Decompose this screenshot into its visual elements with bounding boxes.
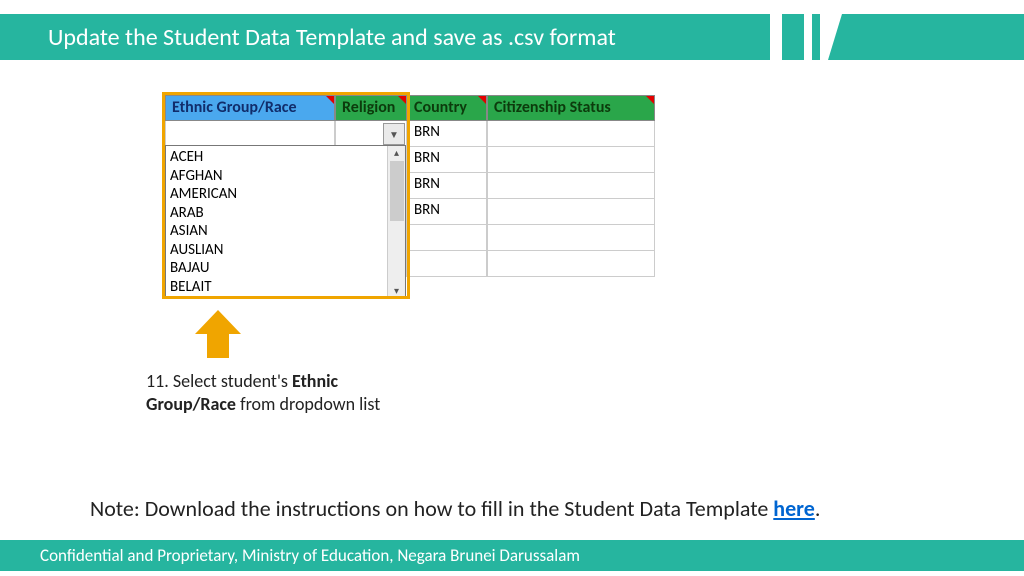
dropdown-arrow-button[interactable]: ▼ — [383, 123, 405, 145]
table-cell: BRN — [407, 199, 487, 225]
scroll-thumb[interactable] — [390, 161, 404, 221]
table-cell: BRN — [407, 121, 487, 147]
table-cell — [487, 225, 655, 251]
table-cell — [407, 251, 487, 277]
arrow-up-icon — [195, 310, 241, 358]
table-cell — [487, 147, 655, 173]
footer-text: Confidential and Proprietary, Ministry o… — [40, 545, 580, 566]
table-cell — [487, 121, 655, 147]
table-cell — [407, 225, 487, 251]
table-cell — [487, 251, 655, 277]
column-header-religion: Religion — [335, 95, 407, 121]
column-header-country: Country — [407, 95, 487, 121]
table-cell — [487, 173, 655, 199]
scroll-up-icon[interactable]: ▴ — [394, 146, 399, 159]
spreadsheet-screenshot: Ethnic Group/Race Religion Country BRN — [165, 95, 865, 277]
slide-header: Update the Student Data Template and sav… — [0, 14, 1024, 60]
dropdown-option[interactable]: AMERICAN — [170, 185, 387, 204]
scroll-down-icon[interactable]: ▾ — [394, 284, 399, 297]
note-text: Note: Download the instructions on how t… — [90, 495, 820, 522]
dropdown-option[interactable]: BAJAU — [170, 259, 387, 278]
column-header-citizen: Citizenship Status — [487, 95, 655, 121]
header-decoration — [782, 14, 804, 60]
slide-title: Update the Student Data Template and sav… — [48, 23, 616, 52]
table-cell: BRN — [407, 147, 487, 173]
column-header-ethnic: Ethnic Group/Race — [165, 95, 335, 121]
slide-title-bar: Update the Student Data Template and sav… — [0, 14, 770, 60]
download-link[interactable]: here — [773, 495, 815, 522]
header-decoration — [828, 14, 1024, 60]
dropdown-option[interactable]: BELAIT — [170, 278, 387, 297]
content-area: Ethnic Group/Race Religion Country BRN — [165, 95, 865, 277]
footer: Confidential and Proprietary, Ministry o… — [0, 540, 1024, 571]
dropdown-option[interactable]: ACEH — [170, 148, 387, 167]
dropdown-option[interactable]: AUSLIAN — [170, 241, 387, 260]
table-cell: BRN — [407, 173, 487, 199]
instruction-text: 11. Select student's Ethnic Group/Race f… — [146, 370, 396, 415]
dropdown-option[interactable]: ASIAN — [170, 222, 387, 241]
header-decoration — [812, 14, 820, 60]
table-cell — [165, 121, 335, 147]
dropdown-scrollbar[interactable]: ▴ ▾ — [387, 146, 405, 297]
dropdown-option[interactable]: ARAB — [170, 204, 387, 223]
table-cell — [487, 199, 655, 225]
dropdown-option[interactable]: AFGHAN — [170, 167, 387, 186]
dropdown-list[interactable]: ACEH AFGHAN AMERICAN ARAB ASIAN AUSLIAN … — [165, 145, 406, 298]
